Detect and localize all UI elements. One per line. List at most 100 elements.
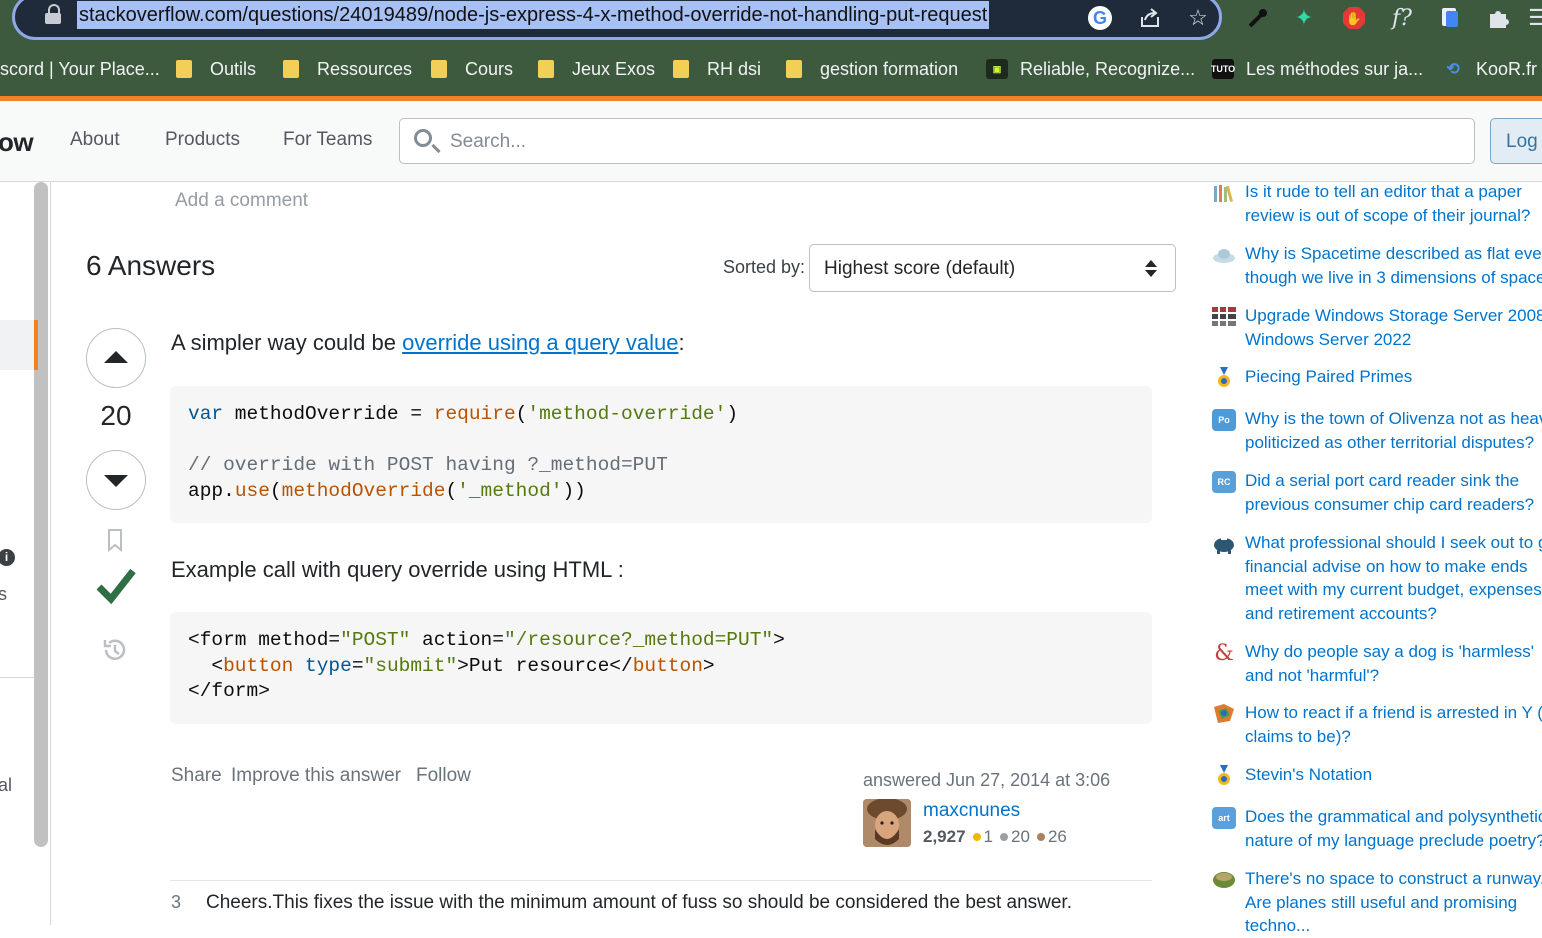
search-icon: [414, 129, 432, 147]
address-bar[interactable]: stackoverflow.com/questions/24019489/nod…: [12, 0, 1222, 40]
hnq-link[interactable]: Upgrade Windows Storage Server 2008 to W…: [1245, 304, 1542, 351]
hnq-link[interactable]: Why is Spacetime described as flat even …: [1245, 242, 1542, 289]
bookmark-folder-jeux-exos[interactable]: Jeux Exos: [538, 50, 655, 88]
user-reputation: 2,927 1 20 26: [923, 827, 1067, 846]
folder-icon: [786, 60, 802, 78]
silver-badge-icon: [1000, 833, 1009, 841]
bookmark-folder-cours[interactable]: Cours: [431, 50, 513, 88]
dragon-extension-icon[interactable]: ✦: [1290, 4, 1318, 32]
interpersonal-icon: [1212, 703, 1236, 725]
login-button[interactable]: Log: [1490, 118, 1542, 164]
reliable-favicon-icon: ▣: [986, 59, 1008, 79]
worldbuilding-icon: [1212, 869, 1236, 891]
menu-icon[interactable]: ☰: [1524, 4, 1542, 32]
code-line: <form method="POST" action="/resource?_m…: [188, 629, 785, 651]
sidebar-item-label[interactable]: s: [0, 584, 7, 605]
puzzling-icon: [1212, 367, 1236, 389]
hnq-link[interactable]: How to react if a friend is arrested in …: [1245, 701, 1542, 748]
code-line: <button type="submit">Put resource</butt…: [188, 655, 715, 677]
hnq-link[interactable]: Did a serial port card reader sink the p…: [1245, 469, 1542, 516]
bookmark-reliable[interactable]: ▣ Reliable, Recognize...: [986, 50, 1195, 88]
comment-text: Cheers.This fixes the issue with the min…: [206, 892, 1072, 913]
bronze-badge-icon: [1036, 833, 1045, 841]
answer-paragraph: A simpler way could be override using a …: [171, 330, 685, 355]
sidebar-scrollbar[interactable]: [34, 182, 48, 847]
academia-icon: [1212, 182, 1236, 204]
share-icon[interactable]: [1136, 4, 1164, 32]
add-comment-link[interactable]: Add a comment: [175, 190, 308, 212]
comment-divider: [170, 880, 1152, 881]
share-link[interactable]: Share: [171, 765, 222, 787]
bookmark-folder-ressources[interactable]: Ressources: [283, 50, 412, 88]
sorted-by-label: Sorted by:: [723, 257, 806, 277]
lock-icon[interactable]: [45, 4, 61, 24]
hnq-link[interactable]: Why is the town of Olivenza not as heavi…: [1245, 407, 1542, 454]
bookmark-koor[interactable]: ⟲ KooR.fr: [1442, 50, 1537, 88]
downvote-button[interactable]: [86, 450, 146, 510]
tuto-favicon-icon: TUTO: [1211, 59, 1235, 79]
hnq-link[interactable]: There's no space to construct a runway. …: [1245, 867, 1542, 938]
google-lens-icon[interactable]: G: [1088, 6, 1112, 30]
bookmark-folder-outils[interactable]: Outils: [176, 50, 256, 88]
folder-icon: [283, 60, 299, 78]
conlang-icon: art: [1212, 807, 1236, 829]
hnq-link[interactable]: What professional should I seek out to g…: [1245, 531, 1542, 625]
select-arrows-icon: [1145, 260, 1157, 278]
history-icon[interactable]: [101, 636, 129, 664]
hnq-link[interactable]: Why do people say a dog is 'harmless' an…: [1245, 640, 1542, 687]
formula-extension-icon[interactable]: f?: [1388, 4, 1416, 32]
puzzling-icon: [1212, 765, 1236, 787]
nav-about[interactable]: About: [70, 129, 120, 151]
upvote-button[interactable]: [86, 328, 146, 388]
bookmark-folder-rh-dsi[interactable]: RH dsi: [673, 50, 761, 88]
folder-icon: [538, 60, 554, 78]
bookmark-icon[interactable]: [107, 529, 123, 552]
bookmark-tuto[interactable]: TUTO Les méthodes sur ja...: [1211, 50, 1423, 88]
code-block: <form method="POST" action="/resource?_m…: [170, 612, 1152, 724]
code-block: var methodOverride = require('method-ove…: [170, 386, 1152, 523]
money-icon: [1212, 533, 1236, 555]
url-text[interactable]: stackoverflow.com/questions/24019489/nod…: [77, 1, 990, 29]
politics-icon: Po: [1212, 409, 1236, 431]
retrocomputing-icon: RC: [1212, 471, 1236, 493]
site-logo[interactable]: ow: [0, 127, 34, 158]
code-line: app.use(methodOverride('_method')): [188, 480, 586, 502]
folder-icon: [176, 60, 192, 78]
folder-icon: [431, 60, 447, 78]
physics-icon: [1212, 244, 1236, 266]
extensions-puzzle-icon[interactable]: [1484, 4, 1512, 32]
sort-select[interactable]: Highest score (default): [809, 244, 1176, 292]
search-box: [399, 118, 1475, 165]
follow-link[interactable]: Follow: [416, 765, 471, 787]
bookmark-folder-gestion-formation[interactable]: gestion formation: [786, 50, 958, 88]
search-input[interactable]: [448, 119, 1452, 165]
browser-chrome: stackoverflow.com/questions/24019489/nod…: [0, 0, 1542, 98]
hnq-link[interactable]: Piecing Paired Primes: [1245, 365, 1542, 389]
hnq-link[interactable]: Is it rude to tell an editor that a pape…: [1245, 180, 1542, 227]
nav-products[interactable]: Products: [165, 129, 240, 151]
answer-paragraph: Example call with query override using H…: [171, 557, 624, 582]
avatar[interactable]: [863, 799, 911, 847]
user-name-link[interactable]: maxcnunes: [923, 800, 1020, 822]
hnq-link[interactable]: Stevin's Notation: [1245, 763, 1542, 787]
comment-score: 3: [171, 892, 182, 912]
sidebar-item-active[interactable]: [0, 320, 38, 370]
eyedropper-extension-icon[interactable]: [1244, 4, 1272, 32]
svg-text:✋: ✋: [1346, 11, 1362, 27]
sidebar-item-label[interactable]: al: [0, 775, 12, 796]
accepted-check-icon: [96, 568, 136, 605]
improve-answer-link[interactable]: Improve this answer: [231, 765, 401, 787]
vote-count: 20: [100, 400, 132, 431]
answered-timestamp[interactable]: answered Jun 27, 2014 at 3:06: [863, 770, 1110, 791]
sort-select-value: Highest score (default): [824, 258, 1016, 279]
adblock-extension-icon[interactable]: ✋: [1340, 4, 1368, 32]
bookmarks-bar: scord | Your Place... Outils Ressources …: [0, 50, 1542, 88]
docs-extension-icon[interactable]: [1436, 4, 1464, 32]
bookmark-star-icon[interactable]: ☆: [1184, 4, 1212, 32]
nav-for-teams[interactable]: For Teams: [283, 129, 372, 151]
answer-link[interactable]: override using a query value: [402, 330, 678, 355]
english-icon: &: [1214, 640, 1234, 666]
sidebar-divider: [0, 677, 34, 678]
bookmark-discord[interactable]: scord | Your Place...: [0, 50, 160, 88]
hnq-link[interactable]: Does the grammatical and polysynthetic n…: [1245, 805, 1542, 852]
